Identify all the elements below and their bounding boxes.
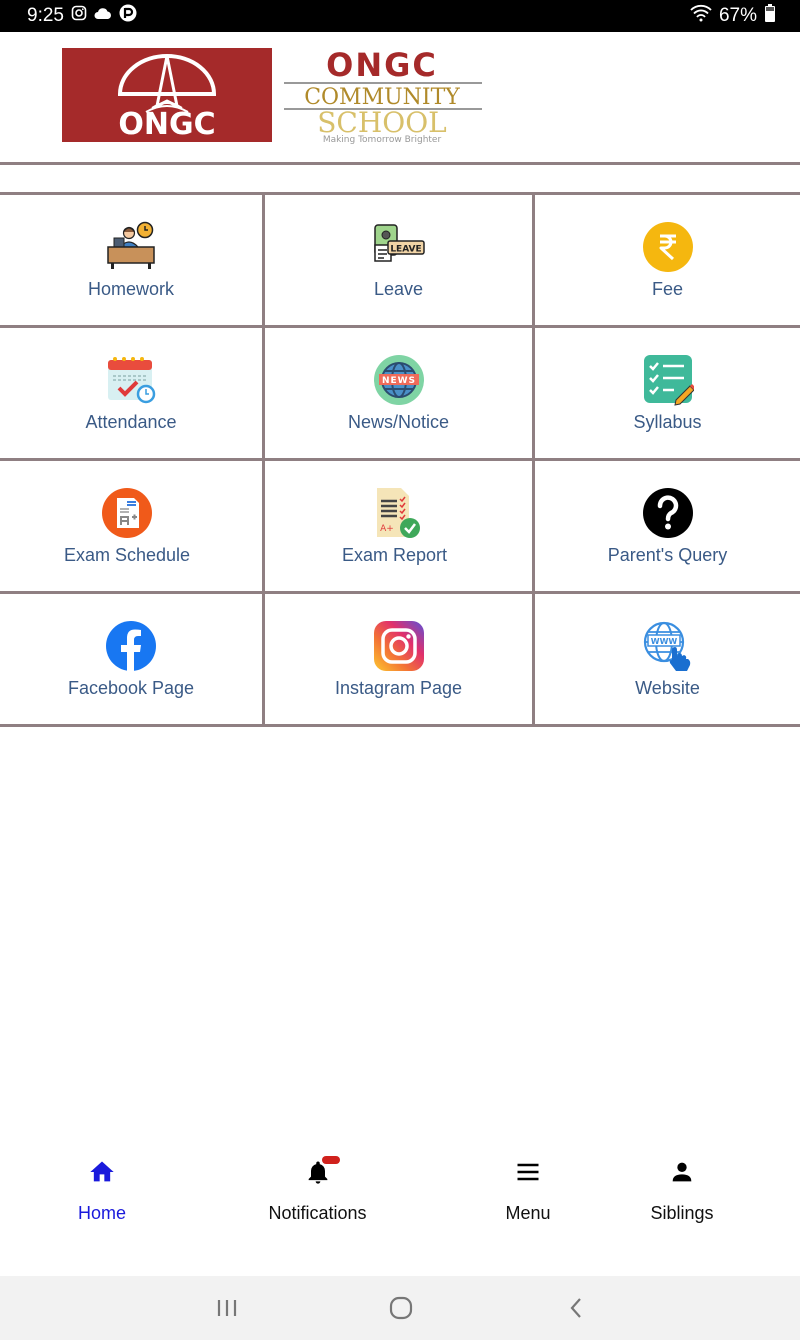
instagram-icon	[373, 620, 425, 672]
facebook-icon	[105, 620, 157, 672]
grid-item-label: Fee	[651, 279, 684, 299]
home-circle-icon	[389, 1296, 413, 1320]
battery-icon	[764, 4, 776, 28]
svg-text:ONGC: ONGC	[326, 46, 438, 84]
grid-item-label: News/Notice	[347, 412, 450, 432]
homework-desk-icon	[105, 221, 157, 273]
svg-text:A+: A+	[380, 524, 394, 534]
battery-percent: 67%	[718, 5, 757, 26]
svg-text:LEAVE: LEAVE	[390, 245, 421, 255]
grid-item-exam-report[interactable]: A+ Exam Report	[265, 461, 532, 591]
grid-item-instagram-page[interactable]: Instagram Page	[265, 594, 532, 724]
nav-home[interactable]: Home	[52, 1158, 152, 1224]
bottom-navigation: Home Notifications Menu Siblings	[0, 1140, 800, 1276]
grid-item-leave[interactable]: LEAVE Leave	[265, 195, 532, 325]
cloud-icon	[94, 5, 112, 27]
school-logo: ONGC ONGC COMMUNITY SCHOOL Making Tomorr…	[62, 46, 486, 146]
header-divider	[0, 162, 800, 165]
nav-notifications[interactable]: Notifications	[255, 1156, 380, 1224]
menu-icon	[514, 1158, 542, 1191]
grid-item-label: Facebook Page	[67, 678, 195, 698]
app-notification-icon	[119, 4, 137, 28]
bell-icon	[304, 1156, 340, 1191]
back-button[interactable]	[556, 1292, 596, 1324]
grid-item-label: Leave	[373, 279, 424, 299]
exam-schedule-icon	[101, 487, 153, 539]
news-globe-icon: NEWS	[373, 354, 425, 406]
svg-text:NEWS: NEWS	[381, 376, 415, 386]
grid-item-label: Homework	[87, 279, 175, 299]
grid-item-website[interactable]: WWW Website	[535, 594, 800, 724]
system-navigation-bar	[0, 1276, 800, 1340]
question-icon	[642, 487, 694, 539]
calendar-check-icon	[105, 354, 157, 406]
checklist-icon	[642, 354, 694, 406]
instagram-icon	[71, 5, 87, 27]
grid-item-facebook-page[interactable]: Facebook Page	[0, 594, 262, 724]
grid-item-label: Syllabus	[633, 412, 702, 432]
back-chevron-icon	[570, 1298, 581, 1318]
grid-item-syllabus[interactable]: Syllabus	[535, 328, 800, 458]
www-globe-icon: WWW	[642, 620, 694, 672]
nav-label: Notifications	[268, 1203, 367, 1223]
home-button[interactable]	[381, 1292, 421, 1324]
recents-button[interactable]	[207, 1292, 247, 1324]
grid-item-label: Exam Report	[341, 545, 448, 565]
status-time: 9:25	[27, 5, 64, 26]
home-icon	[88, 1158, 116, 1191]
grid-item-label: Exam Schedule	[63, 545, 191, 565]
grid-item-fee[interactable]: Fee	[535, 195, 800, 325]
recents-icon	[217, 1300, 237, 1316]
nav-label: Home	[77, 1203, 126, 1223]
nav-label: Menu	[505, 1203, 551, 1223]
status-bar: 9:25 67%	[0, 0, 800, 32]
grid-item-label: Website	[635, 678, 700, 698]
grid-bottom-border	[0, 724, 800, 727]
grid-item-attendance[interactable]: Attendance	[0, 328, 262, 458]
person-icon	[668, 1158, 696, 1191]
notification-badge	[321, 1156, 340, 1164]
grid-item-news-notice[interactable]: NEWS News/Notice	[265, 328, 532, 458]
grid-item-label: Attendance	[85, 412, 177, 432]
nav-siblings[interactable]: Siblings	[632, 1158, 732, 1224]
svg-text:ONGC: ONGC	[118, 107, 215, 142]
svg-text:Making Tomorrow Brighter: Making Tomorrow Brighter	[323, 135, 442, 145]
grid-item-label: Instagram Page	[334, 678, 463, 698]
wifi-icon	[690, 4, 712, 28]
grid-item-homework[interactable]: Homework	[0, 195, 262, 325]
grid-item-parents-query[interactable]: Parent's Query	[535, 461, 800, 591]
grid-item-exam-schedule[interactable]: Exam Schedule	[0, 461, 262, 591]
svg-text:WWW: WWW	[650, 637, 677, 646]
leave-icon: LEAVE	[373, 221, 425, 273]
nav-label: Siblings	[650, 1203, 714, 1223]
rupee-icon	[642, 221, 694, 273]
grid-item-label: Parent's Query	[607, 545, 728, 565]
nav-menu[interactable]: Menu	[478, 1158, 578, 1224]
exam-report-icon: A+	[369, 487, 421, 539]
